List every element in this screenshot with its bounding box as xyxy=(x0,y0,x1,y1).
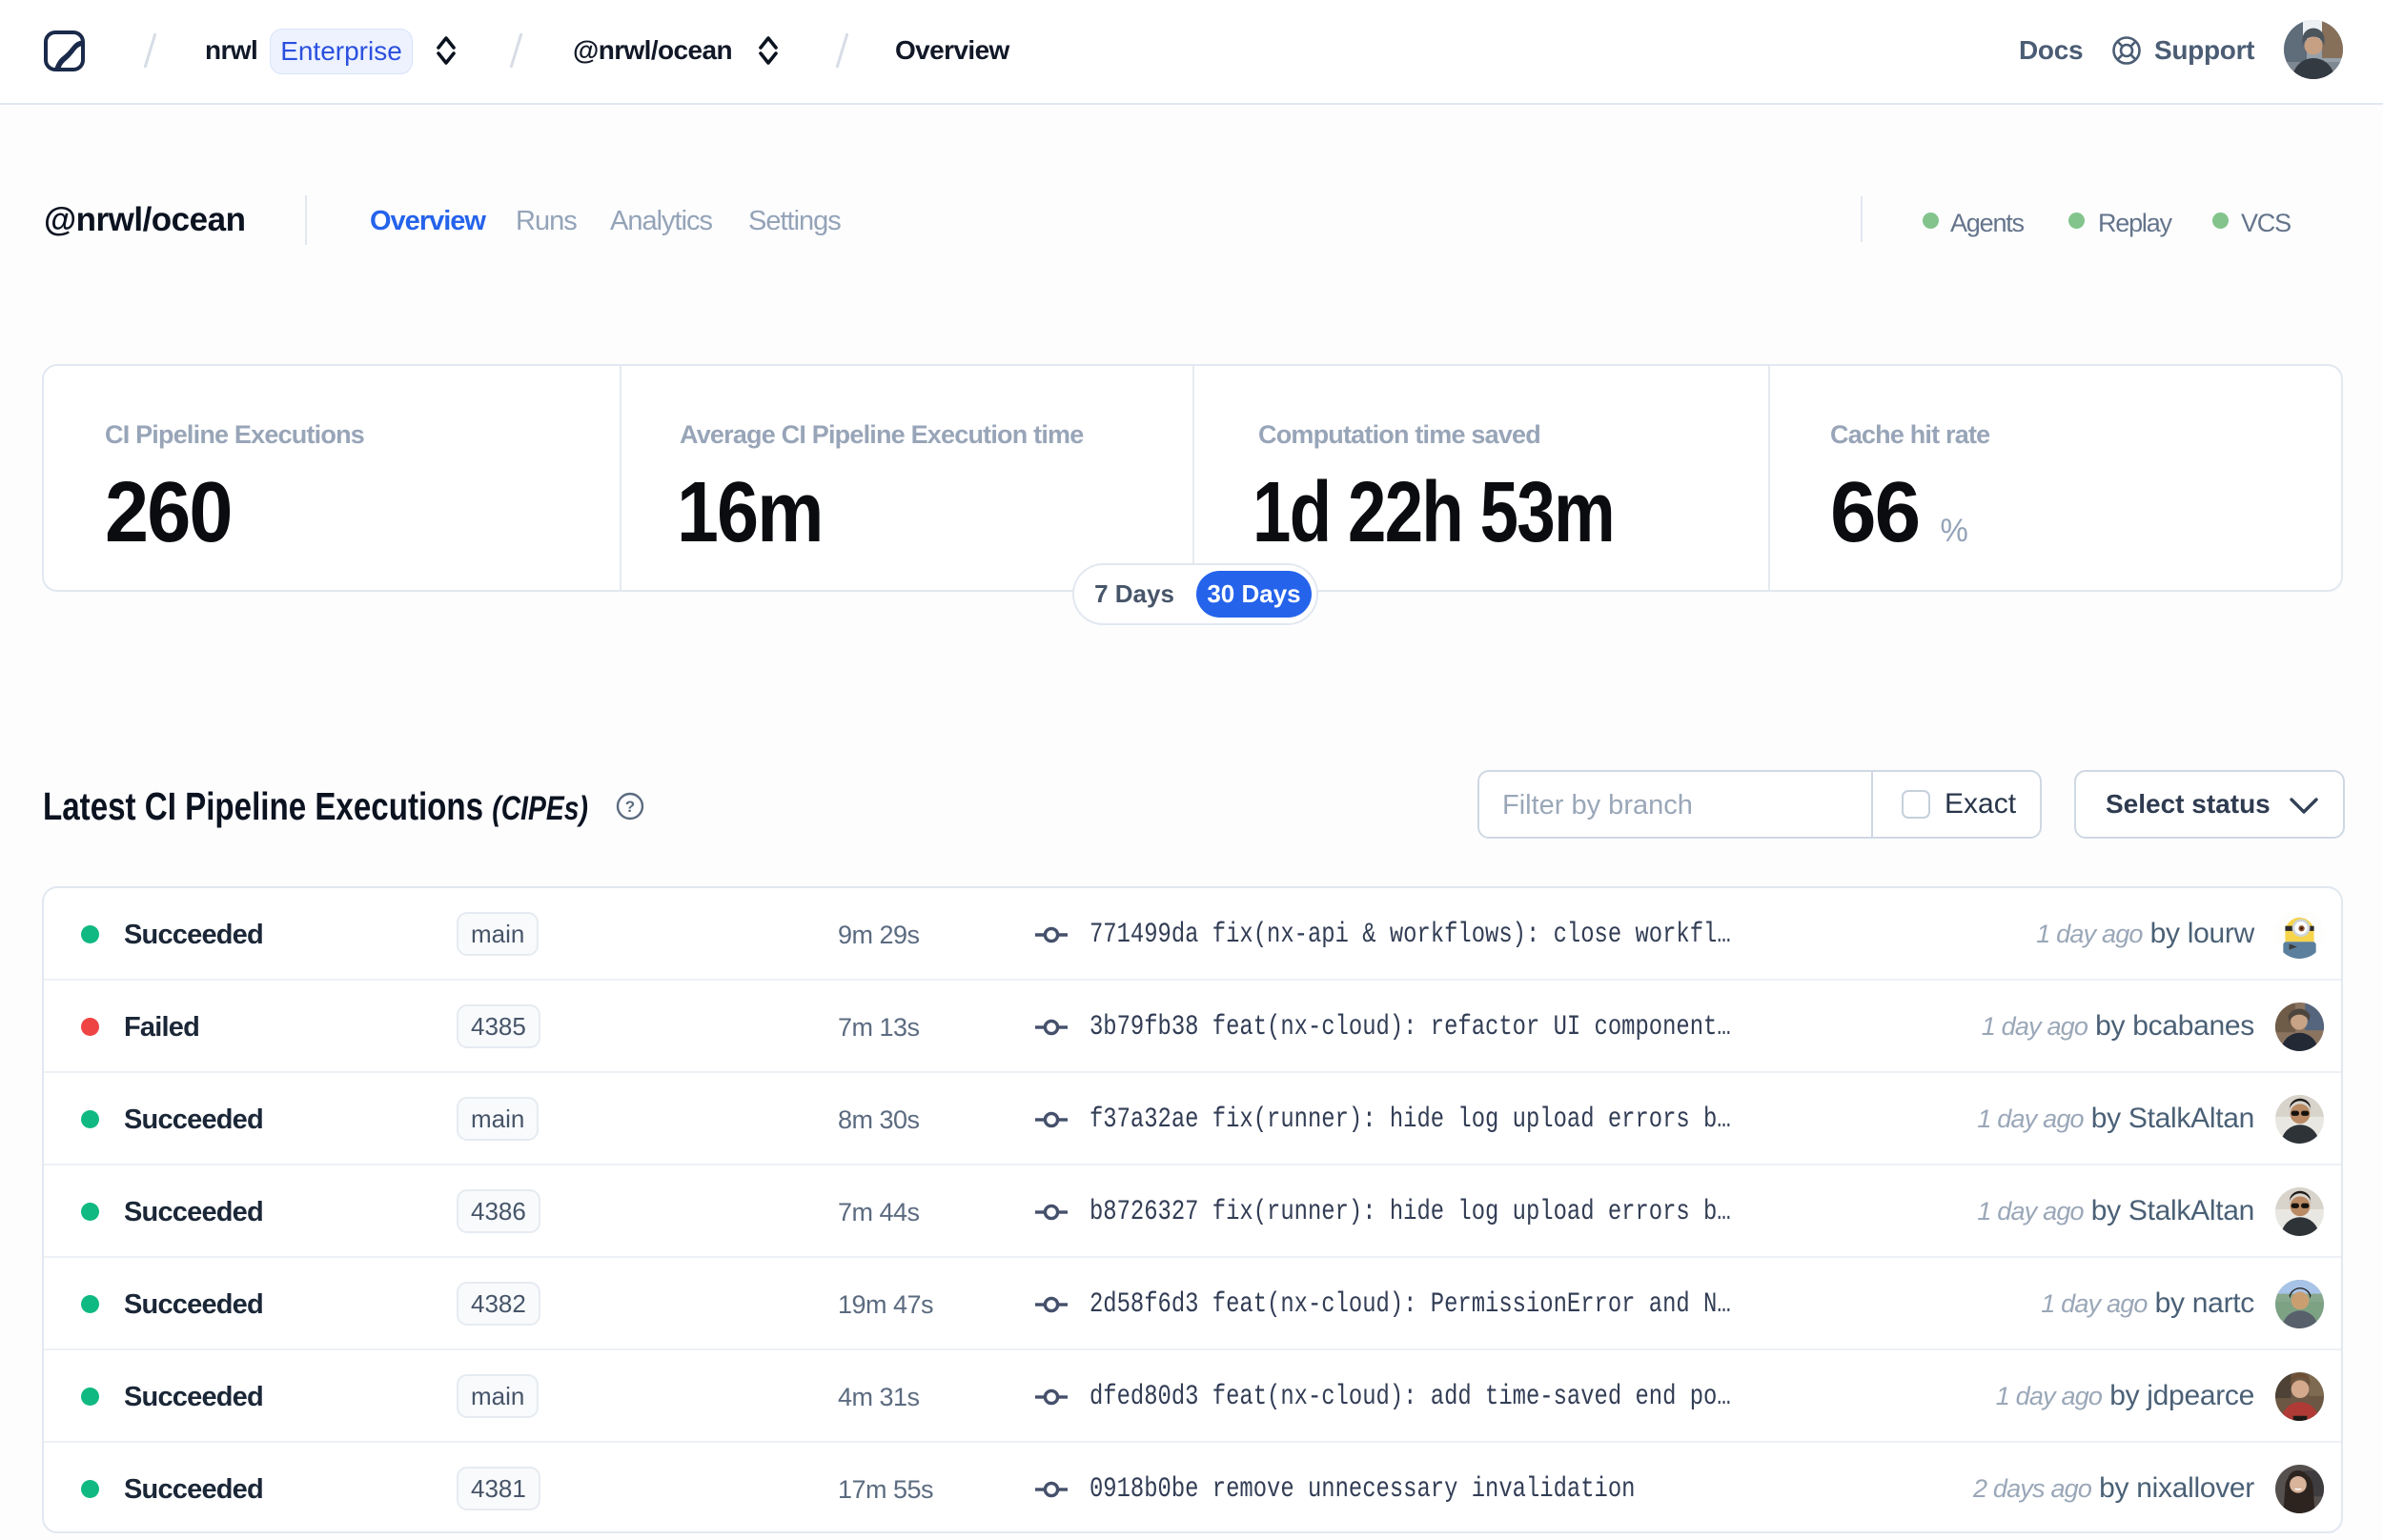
svg-text:?: ? xyxy=(625,798,635,816)
